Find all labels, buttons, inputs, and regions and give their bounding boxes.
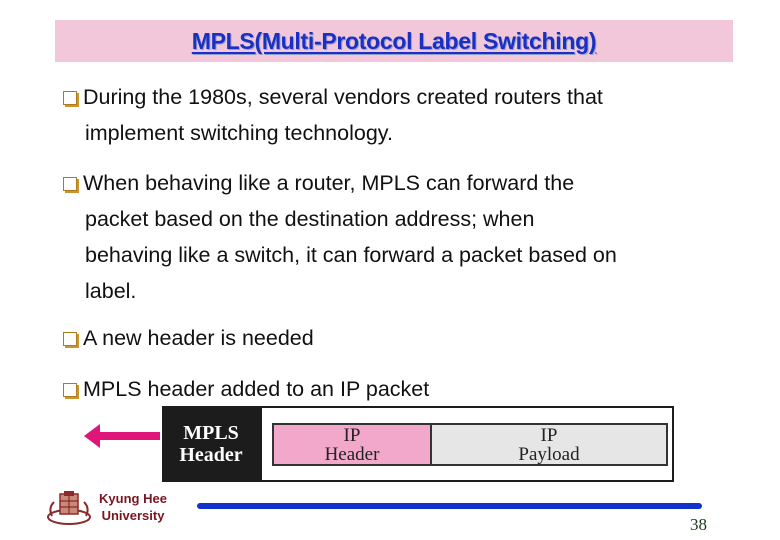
ip-header-label-2: Header [324, 443, 380, 465]
bullet-4: MPLS header added to an IP packet [63, 371, 429, 407]
university-name-line-2: University [101, 508, 165, 523]
bullet-1-line-2: implement switching technology. [85, 121, 393, 145]
checkbox-bullet-icon [63, 91, 77, 105]
checkbox-bullet-icon [63, 177, 77, 191]
mpls-packet-diagram: MPLS Header IP Header IP Payload [162, 406, 674, 482]
bullet-1: During the 1980s, several vendors create… [63, 79, 603, 151]
title-bar: MPLS(Multi-Protocol Label Switching) [55, 20, 733, 62]
ip-payload-label-1: IP [540, 424, 558, 446]
checkbox-bullet-icon [63, 332, 77, 346]
footer-divider [197, 503, 702, 509]
university-name-line-1: Kyung Hee [99, 491, 167, 506]
university-name: Kyung Hee University [88, 490, 178, 524]
ip-packet: IP Header IP Payload [272, 423, 668, 466]
ip-payload-field: IP Payload [432, 425, 666, 464]
mpls-header-label-2: Header [179, 444, 243, 466]
mpls-header-block: MPLS Header [162, 406, 260, 482]
checkbox-bullet-icon [63, 383, 77, 397]
slide-title: MPLS(Multi-Protocol Label Switching) [191, 27, 597, 54]
bullet-3: A new header is needed [63, 320, 314, 356]
bullet-1-line-1: During the 1980s, several vendors create… [83, 85, 603, 109]
bullet-2: When behaving like a router, MPLS can fo… [63, 165, 617, 309]
left-arrow-icon [84, 424, 160, 448]
page-number: 38 [690, 515, 707, 534]
bullet-2-line-4: label. [85, 279, 137, 303]
bullet-3-line-1: A new header is needed [83, 326, 314, 350]
bullet-2-line-1: When behaving like a router, MPLS can fo… [83, 171, 575, 195]
university-crest-icon [47, 491, 91, 525]
ip-header-label-1: IP [343, 424, 361, 446]
bullet-2-line-3: behaving like a switch, it can forward a… [85, 243, 617, 267]
mpls-header-label-1: MPLS [183, 422, 239, 444]
ip-packet-frame: IP Header IP Payload [260, 406, 674, 482]
ip-header-field: IP Header [274, 425, 432, 464]
bullet-2-line-2: packet based on the destination address;… [85, 207, 535, 231]
bullet-4-line-1: MPLS header added to an IP packet [83, 377, 430, 401]
ip-payload-label-2: Payload [518, 443, 580, 465]
